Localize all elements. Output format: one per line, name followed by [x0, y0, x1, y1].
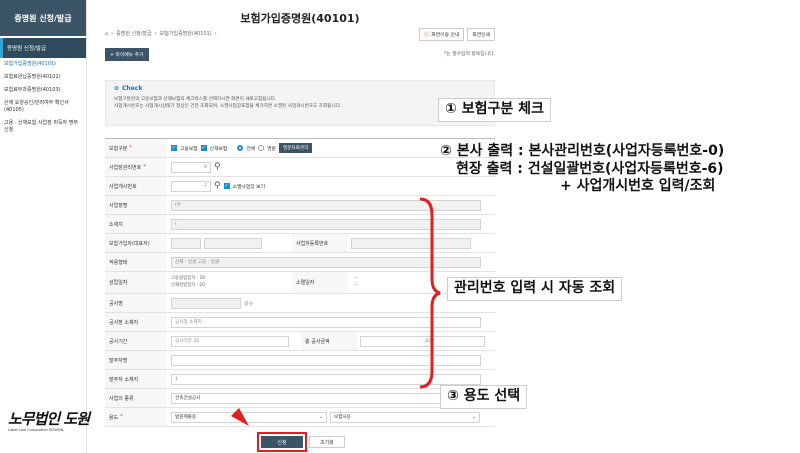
label-policy-holder: 보험가입자(대표자): [105, 234, 167, 252]
project-name-field: [171, 297, 241, 309]
label-usage: 용도 *: [105, 408, 167, 426]
label-orderer-addr: 발주자 소재지: [105, 370, 167, 388]
industrial-est-date: 산재성립일자 : 20: [171, 282, 206, 288]
label-address: 소재지: [105, 215, 167, 233]
annotation-insurance-check: ① 보험구분 체크: [438, 98, 551, 122]
add-favorite-button[interactable]: + 마이메뉴 추가: [105, 48, 149, 61]
breadcrumb-item[interactable]: 증명원 신청/발급: [116, 30, 151, 37]
period-input[interactable]: 공사기간 20: [171, 335, 289, 347]
label-mgmt-no: 사업장관리번호 *: [105, 158, 167, 176]
english-data-manage-button[interactable]: 영문자료관리: [278, 143, 313, 153]
row-usage: 용도 * 법원제출용 ⌄ 보험사용 ⌄: [105, 408, 495, 427]
label-business-kind: 사업의 종류: [105, 389, 167, 407]
annotation-output: ② 본사 출력 : 본사관리번호(사업자등록번호-0) 현장 출력 : 건설일괄…: [440, 143, 725, 194]
employment-insurance-checkbox[interactable]: ✓: [171, 145, 177, 151]
breadcrumb-item[interactable]: 보험가입증명원(40101): [160, 30, 212, 37]
label-insurance-type: 보험구분 *: [105, 139, 167, 157]
chevron-down-icon: ⌄: [319, 414, 323, 420]
check-line: 사업개시번호는 사업개시상태가 정상인 건만 조회되며, 소멸사업장포함을 체크…: [114, 103, 342, 109]
label-site-name: 사업장명: [105, 196, 167, 214]
row-insurance-type: 보험구분 * ✓ 고용보험 ✓ 산재보험 전체 영문 영문자료관리: [105, 139, 495, 158]
english-radio[interactable]: [258, 145, 265, 151]
chevron-down-icon: ⌄: [472, 414, 476, 420]
sidebar-active-menu[interactable]: 증명원 신청/발급: [0, 38, 86, 58]
screen-guide-button[interactable]: ⓘ 화면이용 안내: [419, 28, 465, 41]
industrial-end-date: --: [355, 282, 359, 288]
row-start-no: 사업개시번호 -7 ⚲ ✓ 소멸사업장 보기: [105, 177, 495, 196]
sidebar-item-care-approval[interactable]: 산재 요양승인/반려여부 확인서(40105): [0, 97, 86, 117]
print-button[interactable]: 화면인쇄: [467, 28, 495, 41]
label-est-date: 성립일자: [105, 272, 167, 293]
industrial-insurance-checkbox[interactable]: ✓: [200, 145, 207, 151]
sidebar-title: 증명원 신청/발급: [0, 0, 86, 36]
search-icon[interactable]: ⚲: [214, 181, 221, 191]
sidebar: 증명원 신청/발급 증명원 신청/발급 보험가입증명원(40101) 보험료완납…: [0, 0, 87, 453]
usage-select-2[interactable]: 보험사용 ⌄: [330, 411, 480, 423]
label-biz-no: 사업자등록번호: [292, 234, 348, 252]
brace-icon: [419, 197, 441, 389]
label-amount: 총 공사금액: [301, 332, 357, 350]
sidebar-item-charge-cert[interactable]: 보험료부과증명원(40103): [0, 84, 86, 97]
label-project-name: 공사명: [105, 294, 167, 312]
page-title: 보험가입증명원(40101): [240, 12, 360, 25]
holder-rep-field: [204, 237, 262, 249]
required-note: *는 필수입력 항목입니다.: [443, 52, 495, 57]
holder-name-field: [171, 237, 201, 249]
check-circle-icon: ⊘: [114, 85, 120, 92]
reset-button[interactable]: 초기화: [309, 436, 345, 448]
breadcrumb: ⌂ › 증명원 신청/발급 › 보험가입증명원(40101) ›: [105, 30, 217, 38]
label-end-date: 소멸일자: [292, 272, 348, 293]
label-project-addr: 공사장 소재지: [105, 313, 167, 331]
all-radio[interactable]: [237, 145, 244, 151]
annotation-auto-lookup: 관리번호 입력 시 자동 조회: [447, 277, 623, 301]
company-logo: 노무법인 도원 Labor Law Corporation DOWON: [8, 408, 103, 434]
check-line: 보험구분란의 고용보험과 산재보험의 체크박스를 선택하시면 화면이 새로고침됩…: [114, 97, 277, 102]
breadcrumb-sep-icon: ›: [214, 30, 217, 37]
logo-text: 노무법인 도원: [8, 410, 90, 428]
check-title: ⊘ Check: [114, 85, 143, 92]
sidebar-item-insurance-cert[interactable]: 보험가입증명원(40101): [0, 58, 86, 71]
business-kind-input[interactable]: 건축건설공사: [171, 392, 481, 404]
apply-button[interactable]: 신청: [261, 436, 303, 448]
breadcrumb-sep-icon: ›: [154, 30, 157, 37]
sidebar-item-paid-cert[interactable]: 보험료완납증명원(40102): [0, 71, 86, 84]
search-icon[interactable]: ⚲: [214, 162, 221, 172]
home-icon[interactable]: ⌂: [105, 31, 108, 37]
sidebar-item-acquirer-list[interactable]: 고용 · 산재보험 사업장 취득자 명부 신청: [0, 117, 86, 137]
apply-highlight: 신청: [257, 432, 307, 452]
label-start-no: 사업개시번호: [105, 177, 167, 195]
check-info-box: ⊘ Check 보험구분란의 고용보험과 산재보험의 체크박스를 선택하시면 화…: [105, 80, 495, 126]
info-icon: ⓘ: [424, 32, 430, 38]
show-closed-checkbox[interactable]: ✓: [223, 183, 230, 189]
annotation-usage-select: ③ 용도 선택: [440, 385, 528, 409]
label-orderer: 발주자명: [105, 351, 167, 369]
row-mgmt-no: 사업장관리번호 * -0 ⚲: [105, 158, 495, 177]
top-buttons: ⓘ 화면이용 안내 화면인쇄: [419, 28, 495, 41]
pointer-arrow-icon: [229, 406, 249, 426]
row-business-kind: 사업의 종류 건축건설공사: [105, 389, 495, 408]
mgmt-no-input[interactable]: -0: [171, 161, 211, 173]
label-work-type: 적용형태: [105, 253, 167, 271]
label-period: 공사기간: [105, 332, 167, 350]
biz-no-field: [351, 237, 471, 249]
breadcrumb-sep-icon: ›: [111, 30, 114, 37]
start-no-input[interactable]: -7: [171, 180, 211, 192]
